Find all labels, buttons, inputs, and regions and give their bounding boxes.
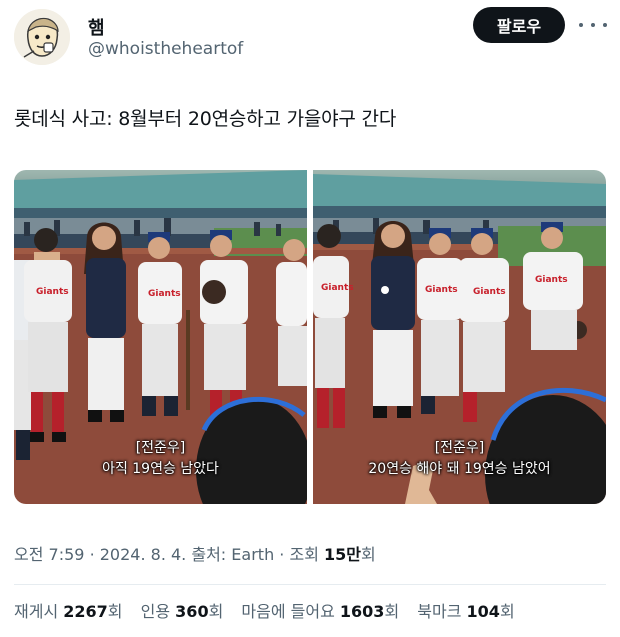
display-name[interactable]: 햄 <box>88 14 105 40</box>
views-prefix: 조회 <box>289 545 319 564</box>
more-icon[interactable] <box>579 14 607 36</box>
quotes-count: 360 <box>175 602 209 621</box>
views-suffix: 회 <box>361 545 376 564</box>
caption-speaker: [전준우] <box>135 440 186 456</box>
likes-count: 1603 <box>339 602 385 621</box>
retweets-count: 2267 <box>63 602 108 621</box>
engagement-stats: 재게시 2267회 인용 360회 마음에 들어요 1603회 북마크 104회 <box>14 598 528 622</box>
caption-text: 아직 19연승 남았다 <box>102 461 219 477</box>
caption-text: 20연승 해야 돼 19연승 남았어 <box>368 461 551 477</box>
jersey-text: Giants <box>425 285 458 295</box>
follow-button[interactable]: 팔로우 <box>473 7 565 43</box>
jersey-text: Giants <box>473 287 506 297</box>
bookmarks-label: 북마크 <box>417 602 462 621</box>
more-dot <box>591 23 595 27</box>
jersey-text: Giants <box>321 283 354 293</box>
stat-unit: 회 <box>107 602 123 621</box>
jersey-text: Giants <box>535 275 568 285</box>
caption-speaker: [전준우] <box>434 440 485 456</box>
stat-unit: 회 <box>384 602 400 621</box>
retweets-stat[interactable]: 재게시 2267회 <box>14 602 128 621</box>
meta-separator: · <box>89 545 95 564</box>
stat-unit: 회 <box>208 602 224 621</box>
stat-unit: 회 <box>499 602 515 621</box>
meta-separator: · <box>279 545 285 564</box>
retweets-label: 재게시 <box>14 602 59 621</box>
source-prefix: 출처: <box>191 545 227 564</box>
jersey-text: Giants <box>36 287 69 297</box>
jersey-text: Giants <box>148 289 181 299</box>
bookmarks-count: 104 <box>466 602 500 621</box>
more-dot <box>603 23 607 27</box>
cartoon-face-icon <box>14 9 70 65</box>
avatar[interactable] <box>14 9 70 65</box>
user-handle[interactable]: @whoistheheartof <box>88 39 243 59</box>
likes-stat[interactable]: 마음에 들어요 1603회 <box>241 602 404 621</box>
likes-label: 마음에 들어요 <box>241 602 335 621</box>
media-image-left[interactable]: Giants Giants [전준우] 아직 19연승 남았다 <box>14 170 307 504</box>
tweet-header: 햄 @whoistheheartof 팔로우 <box>0 0 620 80</box>
tweet-meta: 오전 7:59 · 2024. 8. 4. 출처: Earth · 조회 15만… <box>14 541 376 565</box>
divider <box>14 584 606 585</box>
tweet-text: 롯데식 사고: 8월부터 20연승하고 가을야구 간다 <box>14 108 397 130</box>
bookmarks-stat[interactable]: 북마크 104회 <box>417 602 514 621</box>
quotes-stat[interactable]: 인용 360회 <box>141 602 229 621</box>
tweet-time[interactable]: 오전 7:59 <box>14 545 84 564</box>
views-count: 15만 <box>324 545 362 564</box>
media-image-right[interactable]: Giants Giants Giants Giants [전준우] 20연승 해… <box>313 170 606 504</box>
quotes-label: 인용 <box>140 602 171 621</box>
tweet-date[interactable]: 2024. 8. 4. <box>100 545 187 564</box>
tweet-source: Earth <box>231 545 275 564</box>
media-grid[interactable]: Giants Giants [전준우] 아직 19연승 남았다 Giants G… <box>14 170 606 504</box>
more-dot <box>579 23 583 27</box>
